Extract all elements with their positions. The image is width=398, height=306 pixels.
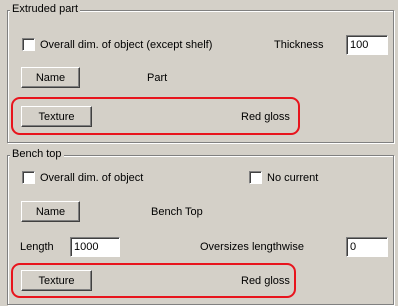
oversizes-input[interactable]: 0: [346, 237, 388, 257]
extruded-overall-dim-label: Overall dim. of object (except shelf): [40, 38, 213, 51]
extruded-texture-value: Red gloss: [241, 111, 290, 123]
extruded-name-value: Part: [147, 72, 168, 84]
no-current-checkbox[interactable]: [249, 171, 262, 184]
bench-overall-dim-checkbox-row[interactable]: Overall dim. of object: [22, 171, 143, 184]
bench-texture-button[interactable]: Texture: [21, 270, 92, 291]
no-current-label: No current: [267, 171, 319, 184]
extruded-part-title: Extruded part: [10, 3, 81, 15]
thickness-input[interactable]: 100: [346, 35, 388, 55]
length-label: Length: [20, 241, 54, 253]
thickness-label: Thickness: [274, 39, 324, 51]
bench-top-title: Bench top: [10, 148, 64, 160]
extruded-name-button[interactable]: Name: [21, 67, 80, 88]
bench-overall-dim-label: Overall dim. of object: [40, 171, 144, 184]
extruded-texture-button[interactable]: Texture: [21, 106, 92, 127]
bench-name-value: Bench Top: [151, 206, 203, 218]
extruded-overall-dim-checkbox[interactable]: [22, 38, 35, 51]
oversizes-label: Oversizes lengthwise: [200, 241, 304, 253]
length-input[interactable]: 1000: [70, 237, 120, 257]
no-current-checkbox-row[interactable]: No current: [249, 171, 318, 184]
bench-texture-value: Red gloss: [241, 275, 290, 287]
bench-overall-dim-checkbox[interactable]: [22, 171, 35, 184]
bench-name-button[interactable]: Name: [21, 201, 80, 222]
extruded-overall-dim-checkbox-row[interactable]: Overall dim. of object (except shelf): [22, 38, 212, 51]
